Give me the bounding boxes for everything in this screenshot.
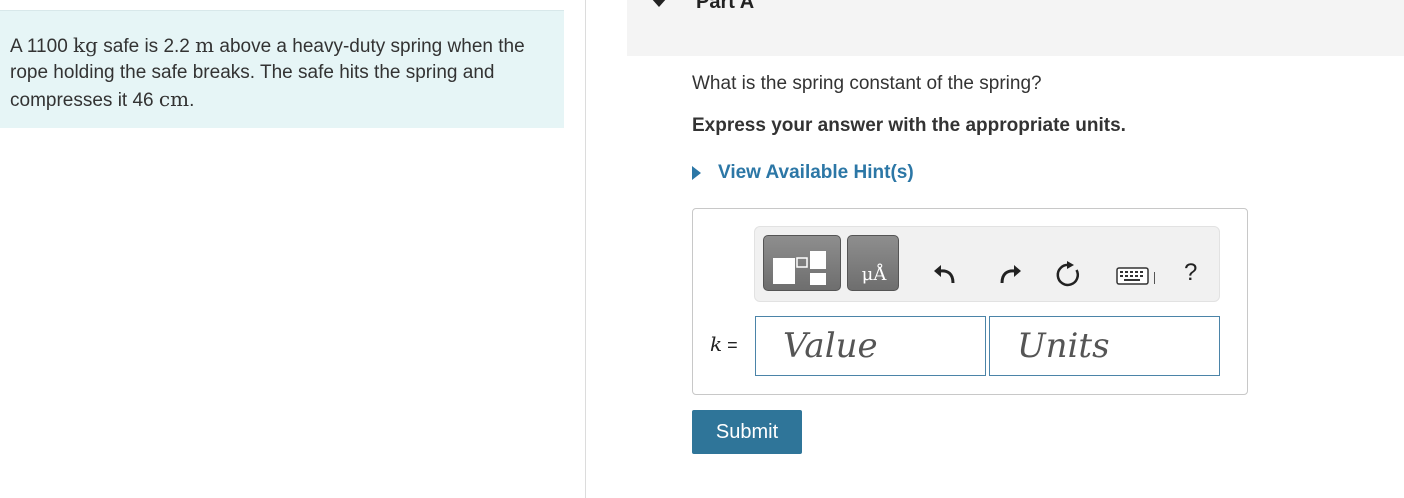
answer-instruction: Express your answer with the appropriate… (692, 115, 1126, 136)
units-input[interactable] (989, 316, 1220, 376)
collapse-caret-icon[interactable] (651, 0, 667, 7)
problem-statement: A 1100 kg safe is 2.2 m above a heavy-du… (10, 32, 550, 114)
variable-symbol: k (710, 332, 723, 356)
column-divider (585, 0, 586, 498)
equals-sign: = (722, 335, 738, 355)
expand-caret-icon (692, 166, 701, 180)
question-text: What is the spring constant of the sprin… (692, 73, 1042, 94)
variable-label: k = (710, 332, 738, 356)
unit-m: m (195, 33, 215, 57)
problem-statement-panel: A 1100 kg safe is 2.2 m above a heavy-du… (0, 10, 564, 128)
redo-icon[interactable] (996, 259, 1024, 287)
unit-cm: cm (158, 87, 190, 111)
help-icon[interactable]: ? (1184, 259, 1197, 287)
templates-button[interactable] (763, 235, 841, 291)
reset-icon[interactable] (1053, 259, 1085, 291)
view-hints-label: View Available Hint(s) (718, 162, 914, 183)
problem-text-1: A 1100 (10, 36, 74, 57)
view-hints-link[interactable]: View Available Hint(s) (692, 162, 914, 184)
problem-text-end: . (189, 90, 195, 111)
value-input[interactable] (755, 316, 986, 376)
fraction-template-icon (773, 251, 826, 285)
problem-text-2: safe is 2.2 (97, 36, 196, 57)
units-button[interactable]: μÅ (847, 235, 899, 291)
part-title[interactable]: Part A (696, 0, 754, 14)
unit-kg: kg (73, 33, 98, 57)
undo-icon[interactable] (931, 259, 959, 287)
units-symbol: μÅ (861, 264, 887, 285)
keyboard-icon[interactable] (1116, 266, 1158, 288)
submit-button[interactable]: Submit (692, 410, 802, 454)
